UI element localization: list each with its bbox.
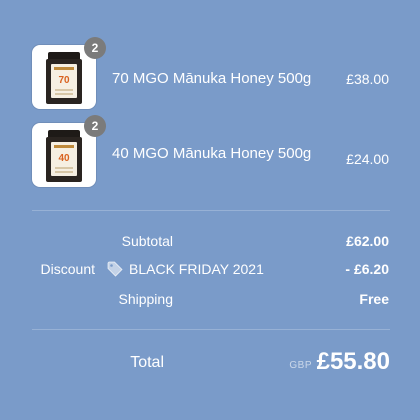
quantity-badge: 2 [84, 115, 106, 137]
discount-value: - £6.20 [345, 261, 389, 277]
shipping-row: Shipping Free [0, 291, 420, 311]
subtotal-label: Subtotal [121, 233, 173, 249]
product-price: £24.00 [346, 151, 389, 167]
section-divider [32, 210, 390, 211]
total-label: Total [130, 354, 164, 371]
shipping-value: Free [359, 291, 389, 307]
discount-code: BLACK FRIDAY 2021 [107, 261, 264, 277]
honey-jar-image: 40 [46, 130, 82, 182]
cart-item: 70 2 70 MGO Mānuka Honey 500g £38.00 [0, 37, 420, 115]
tag-icon [107, 261, 123, 277]
quantity-badge: 2 [84, 37, 106, 59]
subtotal-row: Subtotal £62.00 [0, 233, 420, 253]
discount-label: Discount [40, 261, 95, 277]
product-price: £38.00 [346, 71, 389, 87]
discount-code-text: BLACK FRIDAY 2021 [129, 261, 264, 277]
shipping-label: Shipping [118, 291, 174, 307]
honey-jar-image: 70 [46, 52, 82, 104]
currency-code: GBP [289, 360, 312, 371]
section-divider [32, 329, 390, 330]
jar-grade-text: 70 [58, 75, 70, 86]
subtotal-value: £62.00 [346, 233, 389, 249]
product-name: 70 MGO Mānuka Honey 500g [112, 70, 312, 87]
cart-item: 40 2 40 MGO Mānuka Honey 500g £24.00 [0, 115, 420, 193]
total-value: £55.80 [316, 348, 390, 375]
product-name: 40 MGO Mānuka Honey 500g [112, 145, 312, 162]
discount-row: Discount BLACK FRIDAY 2021 - £6.20 [0, 261, 420, 281]
jar-grade-text: 40 [58, 153, 70, 164]
